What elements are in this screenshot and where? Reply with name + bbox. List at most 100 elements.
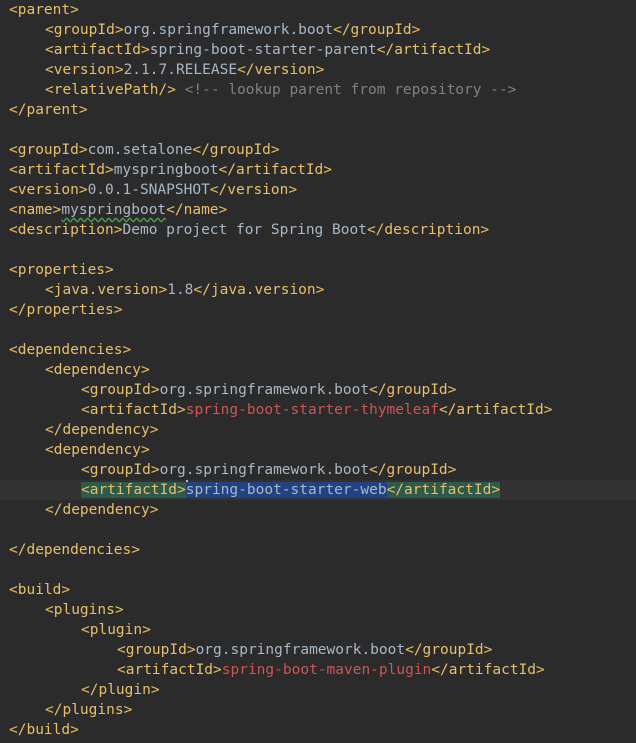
- code-line[interactable]: </build>: [0, 720, 636, 740]
- code-content: <build>: [9, 580, 70, 600]
- xml-text: org.springframework.boot: [159, 462, 370, 478]
- code-line[interactable]: <java.version>1.8</java.version>: [0, 280, 636, 300]
- xml-text: myspringboot: [61, 202, 167, 218]
- code-line[interactable]: [0, 560, 636, 580]
- xml-tag: <properties>: [9, 262, 114, 278]
- xml-text: spring-boot-starter-thymeleaf: [185, 402, 439, 418]
- xml-tag: </parent>: [9, 102, 88, 118]
- xml-tag: <dependency>: [45, 362, 150, 378]
- code-content: </properties>: [9, 300, 123, 320]
- xml-tag: <plugins>: [45, 602, 124, 618]
- xml-tag: <artifactId>: [45, 42, 150, 58]
- xml-tag: <artifactId>: [117, 662, 222, 678]
- code-line[interactable]: <plugins>: [0, 600, 636, 620]
- code-line[interactable]: </plugin>: [0, 680, 636, 700]
- xml-tag: <artifactId>: [9, 162, 114, 178]
- xml-tag: </artifactId>: [386, 482, 501, 498]
- code-line[interactable]: [0, 520, 636, 540]
- code-line[interactable]: <version>2.1.7.RELEASE</version>: [0, 60, 636, 80]
- xml-tag: </properties>: [9, 302, 123, 318]
- xml-tag: <name>: [9, 202, 62, 218]
- code-line[interactable]: <dependency>: [0, 360, 636, 380]
- code-line[interactable]: <artifactId>spring-boot-starter-web</art…: [0, 480, 636, 500]
- xml-text: myspringboot: [113, 162, 219, 178]
- xml-tag: </java.version>: [193, 282, 325, 298]
- code-line[interactable]: <artifactId>spring-boot-maven-plugin</ar…: [0, 660, 636, 680]
- code-content: </build>: [9, 720, 79, 740]
- code-line[interactable]: <name>myspringboot</name>: [0, 200, 636, 220]
- code-line[interactable]: <description>Demo project for Spring Boo…: [0, 220, 636, 240]
- xml-tag: </artifactId>: [218, 162, 333, 178]
- code-line[interactable]: <groupId>org.springframework.boot</group…: [0, 640, 636, 660]
- xml-tag: <groupId>: [117, 642, 196, 658]
- code-line[interactable]: <artifactId>spring-boot-starter-thymelea…: [0, 400, 636, 420]
- code-line[interactable]: </parent>: [0, 100, 636, 120]
- code-line[interactable]: <relativePath/> <!-- lookup parent from …: [0, 80, 636, 100]
- code-content: <version>0.0.1-SNAPSHOT</version>: [9, 180, 297, 200]
- xml-tag: </artifactId>: [431, 662, 545, 678]
- code-line[interactable]: <version>0.0.1-SNAPSHOT</version>: [0, 180, 636, 200]
- xml-text: spring-boot-starter-web: [185, 482, 387, 498]
- code-line[interactable]: </dependency>: [0, 500, 636, 520]
- code-line[interactable]: <groupId>com.setalone</groupId>: [0, 140, 636, 160]
- code-content: <groupId>org.springframework.boot</group…: [81, 380, 456, 400]
- code-content: <name>myspringboot</name>: [9, 200, 227, 220]
- code-line[interactable]: [0, 240, 636, 260]
- xml-tag: <version>: [9, 182, 88, 198]
- code-content: </parent>: [9, 100, 88, 120]
- xml-tag: </description>: [366, 222, 490, 238]
- xml-tag: </dependencies>: [9, 542, 140, 558]
- xml-tag: <build>: [9, 582, 71, 598]
- code-line[interactable]: </dependency>: [0, 420, 636, 440]
- code-line[interactable]: [0, 320, 636, 340]
- code-line[interactable]: <artifactId>myspringboot</artifactId>: [0, 160, 636, 180]
- xml-tag: </plugin>: [81, 682, 160, 698]
- xml-tag: <dependency>: [45, 442, 150, 458]
- code-content: <groupId>org.springframework.boot</group…: [45, 20, 420, 40]
- xml-text: com.setalone: [87, 142, 193, 158]
- code-content: <dependency>: [45, 440, 150, 460]
- code-content: <artifactId>spring-boot-starter-parent</…: [45, 40, 490, 60]
- code-line[interactable]: <dependency>: [0, 440, 636, 460]
- code-line[interactable]: <groupId>org.springframework.boot</group…: [0, 20, 636, 40]
- code-line[interactable]: </properties>: [0, 300, 636, 320]
- xml-tag: <groupId>: [9, 142, 88, 158]
- xml-tag: </plugins>: [45, 702, 133, 718]
- xml-text: org.springframework.boot: [123, 22, 334, 38]
- code-content: <groupId>org.springframework.boot</group…: [117, 640, 492, 660]
- code-content: </plugin>: [81, 680, 160, 700]
- code-content: <artifactId>spring-boot-starter-web</art…: [81, 480, 501, 500]
- xml-text: spring-boot-maven-plugin: [221, 662, 432, 678]
- code-content: <artifactId>spring-boot-starter-thymelea…: [81, 400, 552, 420]
- code-content: <version>2.1.7.RELEASE</version>: [45, 60, 324, 80]
- xml-tag: <plugin>: [81, 622, 151, 638]
- code-content: </dependency>: [45, 420, 159, 440]
- xml-text: org.springframework.boot: [195, 642, 406, 658]
- code-line[interactable]: </plugins>: [0, 700, 636, 720]
- code-line[interactable]: <build>: [0, 580, 636, 600]
- code-line[interactable]: <parent>: [0, 0, 636, 20]
- xml-tag: <description>: [9, 222, 123, 238]
- code-line[interactable]: <properties>: [0, 260, 636, 280]
- code-content: <description>Demo project for Spring Boo…: [9, 220, 489, 240]
- xml-tag: <dependencies>: [9, 342, 132, 358]
- xml-tag: </version>: [209, 182, 298, 198]
- code-line[interactable]: <artifactId>spring-boot-starter-parent</…: [0, 40, 636, 60]
- code-editor[interactable]: <parent> <groupId>org.springframework.boo…: [0, 0, 636, 743]
- xml-tag: <java.version>: [45, 282, 168, 298]
- xml-tag: <parent>: [9, 2, 79, 18]
- code-line[interactable]: </dependencies>: [0, 540, 636, 560]
- code-line[interactable]: <groupId>org.springframework.boot</group…: [0, 460, 636, 480]
- code-line[interactable]: <plugin>: [0, 620, 636, 640]
- code-line[interactable]: <groupId>org.springframework.boot</group…: [0, 380, 636, 400]
- xml-text: spring-boot-starter-parent: [149, 42, 377, 58]
- code-content: <groupId>com.setalone</groupId>: [9, 140, 280, 160]
- code-content: <relativePath/> <!-- lookup parent from …: [45, 80, 516, 100]
- code-line[interactable]: <dependencies>: [0, 340, 636, 360]
- code-content: </dependency>: [45, 500, 159, 520]
- xml-tag: </groupId>: [369, 462, 457, 478]
- xml-tag: </dependency>: [45, 502, 159, 518]
- code-content: <plugin>: [81, 620, 151, 640]
- xml-text: 1.8: [167, 282, 194, 298]
- code-line[interactable]: [0, 120, 636, 140]
